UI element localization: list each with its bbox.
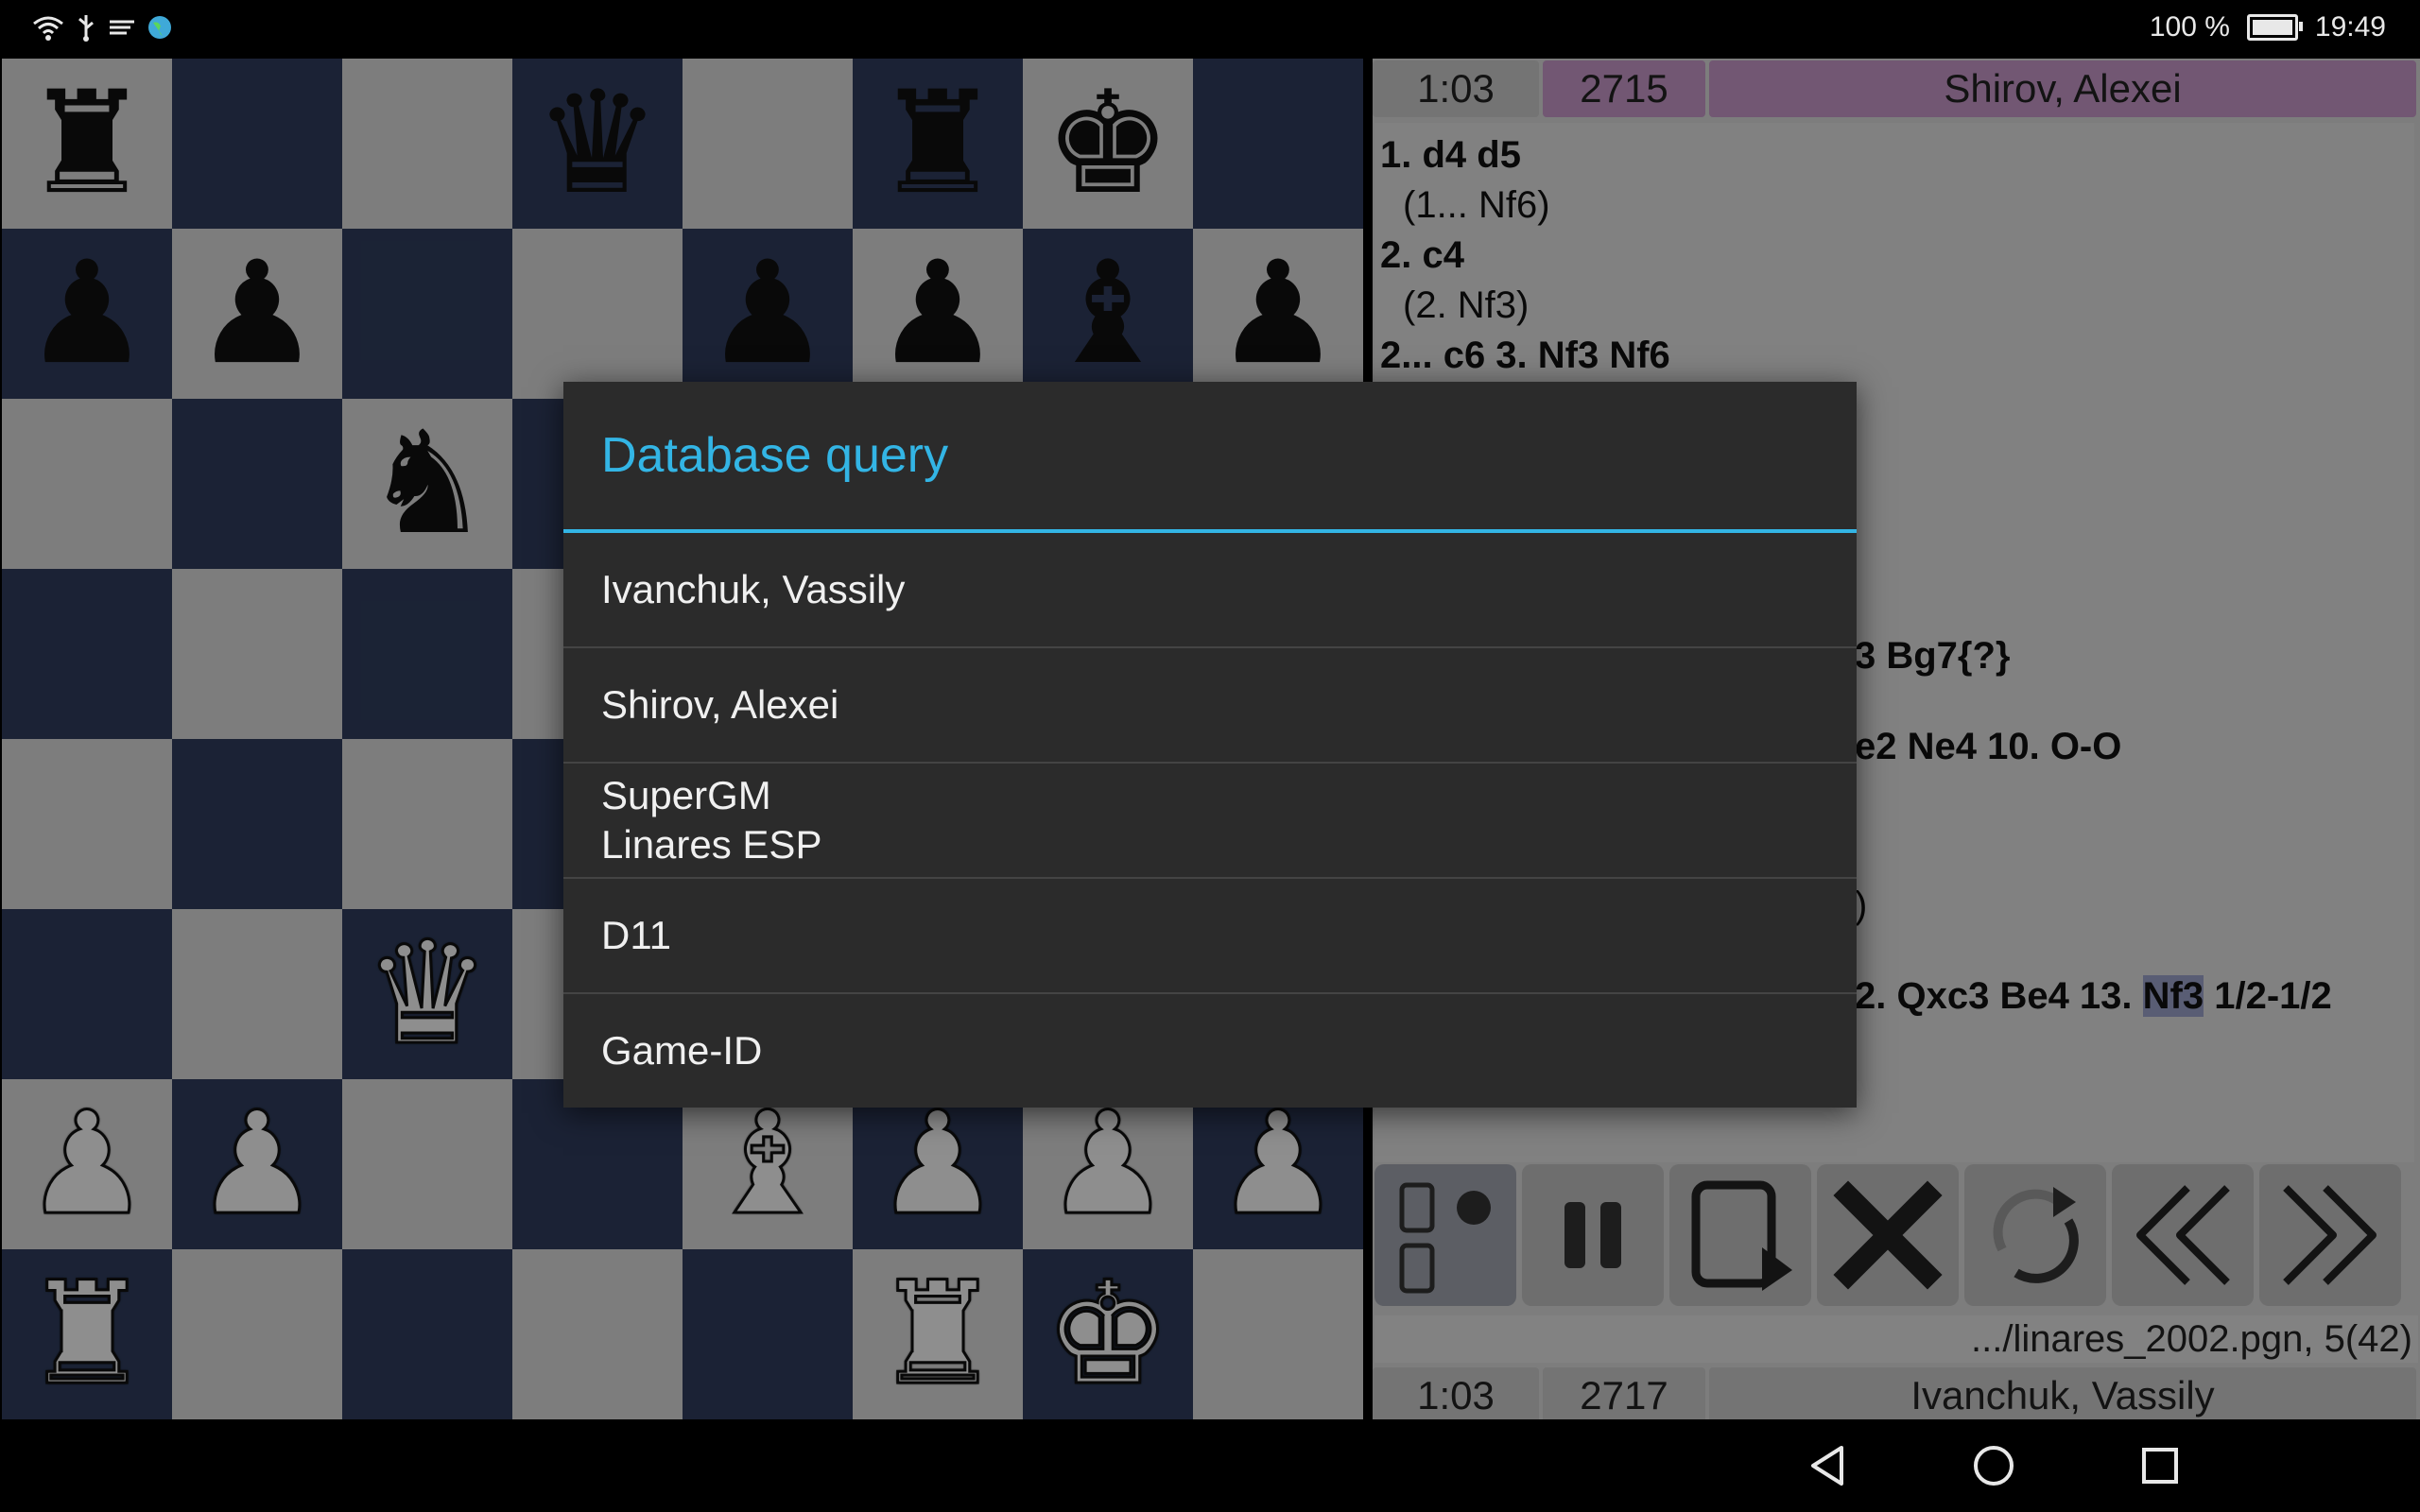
query-option-black-player[interactable]: Shirov, Alexei	[563, 648, 1857, 764]
recents-button[interactable]	[2135, 1440, 2186, 1496]
query-option-game-id[interactable]: Game-ID	[563, 994, 1857, 1108]
clock-time: 19:49	[2314, 11, 2386, 43]
battery-icon	[2246, 14, 2303, 41]
cast-icon	[108, 16, 136, 43]
option-label-line1: SuperGM	[601, 773, 771, 817]
query-option-white-player[interactable]: Ivanchuk, Vassily	[563, 533, 1857, 648]
globe-icon	[147, 15, 172, 44]
option-label-line2: Linares ESP	[601, 822, 822, 867]
back-button[interactable]	[1804, 1440, 1855, 1496]
option-label: Shirov, Alexei	[601, 682, 839, 727]
wifi-icon	[32, 14, 64, 45]
battery-percent: 100 %	[2149, 11, 2230, 43]
recents-icon	[2142, 1448, 2178, 1484]
option-label: Game-ID	[601, 1028, 763, 1073]
database-query-dialog: Database query Ivanchuk, Vassily Shirov,…	[563, 382, 1857, 1108]
navigation-bar	[0, 1419, 2420, 1512]
back-icon	[1811, 1446, 1843, 1486]
option-label: D11	[601, 913, 671, 957]
dialog-title: Database query	[601, 428, 949, 483]
status-bar: 100 % 19:49	[0, 0, 2420, 59]
option-label: Ivanchuk, Vassily	[601, 567, 906, 611]
home-button[interactable]	[1968, 1440, 2019, 1496]
status-icons	[32, 13, 172, 46]
home-icon	[1974, 1446, 2014, 1486]
query-option-eco[interactable]: D11	[563, 879, 1857, 994]
status-right: 100 % 19:49	[2150, 11, 2386, 43]
usb-icon	[76, 13, 96, 46]
query-option-event[interactable]: SuperGM Linares ESP	[563, 764, 1857, 879]
